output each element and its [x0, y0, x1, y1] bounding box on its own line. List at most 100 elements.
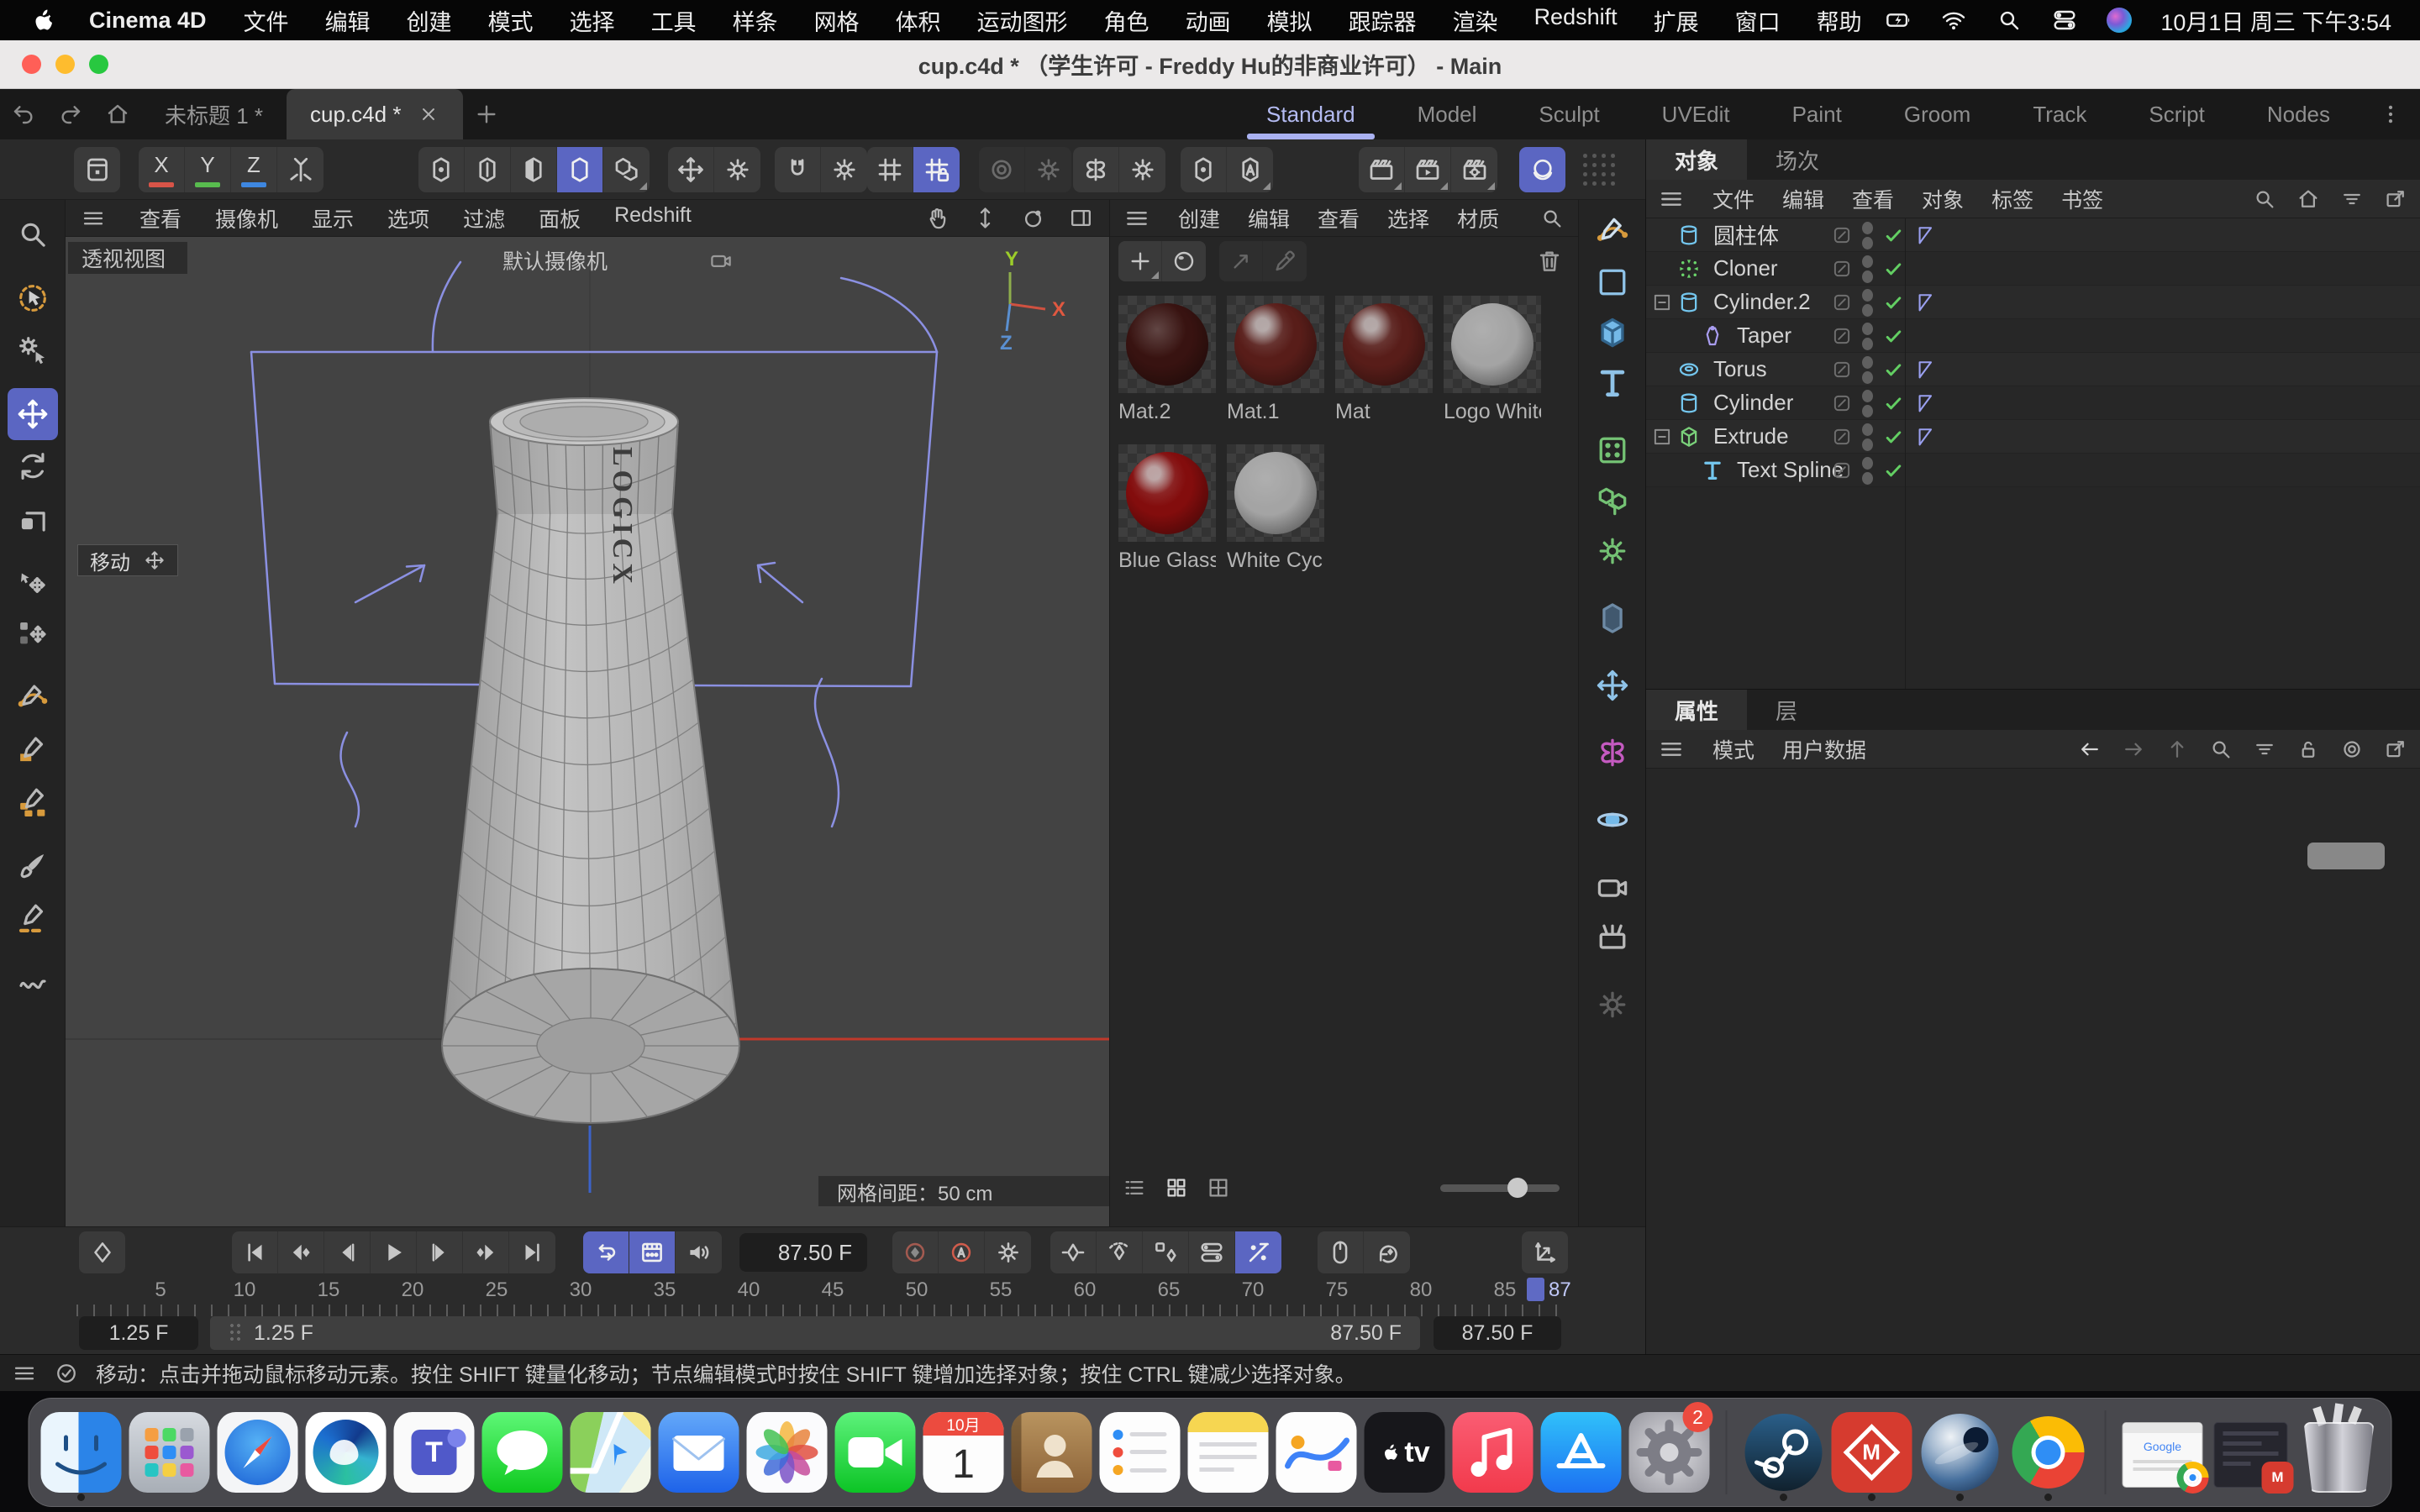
material-ball-button[interactable] [1162, 241, 1206, 281]
play-range-button[interactable] [629, 1231, 676, 1273]
expand-toggle-icon[interactable] [1651, 426, 1673, 448]
symmetry-generator-button[interactable] [1587, 727, 1638, 778]
enabled-check-icon[interactable] [1882, 258, 1905, 281]
material-item[interactable]: Mat.2 [1118, 296, 1216, 424]
viewport-menu-item[interactable]: 显示 [312, 203, 354, 234]
dock-photos-icon[interactable] [747, 1405, 828, 1499]
enabled-check-icon[interactable] [1882, 359, 1905, 381]
record-keyframe-button[interactable] [892, 1231, 939, 1273]
pick-material-button[interactable] [1263, 241, 1307, 281]
object-row[interactable]: Extrude [1646, 420, 2420, 454]
menubar-item[interactable]: 窗口 [1735, 4, 1781, 37]
camera-button[interactable] [1587, 862, 1638, 912]
phong-tag-icon[interactable] [1913, 358, 1937, 381]
dock-facetime-icon[interactable] [835, 1405, 916, 1499]
dock-launchpad-icon[interactable] [129, 1405, 210, 1499]
visibility-dots[interactable] [1862, 323, 1873, 350]
viewport-menu-item[interactable]: 摄像机 [215, 203, 278, 234]
object-menu-item[interactable]: 查看 [1852, 184, 1894, 214]
attribute-tab[interactable]: 属性 [1646, 690, 1747, 730]
delete-material-icon[interactable] [1529, 247, 1570, 276]
dock-trash-icon[interactable] [2299, 1405, 2380, 1499]
effector-button[interactable] [1587, 526, 1638, 576]
keyframe-settings-button[interactable] [985, 1231, 1031, 1273]
polygon-pen-button[interactable] [8, 776, 58, 828]
material-thumbnail[interactable] [1335, 296, 1433, 393]
lock-x-button[interactable]: X [139, 147, 185, 192]
material-hamburger-icon[interactable] [1123, 205, 1150, 232]
move-tool-button[interactable] [8, 388, 58, 440]
dock-messages-icon[interactable] [482, 1405, 563, 1499]
object-name[interactable]: Torus [1713, 356, 1767, 382]
siri-icon[interactable] [2107, 8, 2132, 33]
dock-steam-icon[interactable] [1744, 1405, 1824, 1499]
document-tab[interactable]: 未标题 1 * [141, 89, 287, 139]
spline-smooth-button[interactable] [8, 956, 58, 1008]
viewport-orbit-button[interactable] [1020, 205, 1046, 231]
snap-settings-button[interactable] [821, 147, 867, 192]
phong-tag-icon[interactable] [1913, 391, 1937, 415]
spline-pen-primitive-button[interactable] [1587, 207, 1638, 257]
object-search-icon[interactable] [2252, 186, 2277, 212]
object-hamburger-icon[interactable] [1658, 186, 1685, 213]
dock-music-icon[interactable] [1453, 1405, 1534, 1499]
viewport-menu-item[interactable]: Redshift [614, 203, 692, 234]
animate-mouse-button[interactable] [1318, 1231, 1364, 1273]
goto-end-button[interactable] [509, 1231, 555, 1273]
play-button[interactable] [371, 1231, 417, 1273]
object-row[interactable]: Text Spline [1646, 454, 2420, 487]
apple-menu-icon[interactable] [29, 6, 57, 34]
close-window-button[interactable] [22, 55, 41, 74]
quantize-button[interactable] [867, 147, 913, 192]
render-view-button[interactable] [1359, 147, 1405, 192]
animate-rotation-button[interactable] [1364, 1231, 1410, 1273]
menubar-item[interactable]: 体积 [896, 4, 941, 37]
object-popout-icon[interactable] [2383, 186, 2408, 212]
attr-lock-icon[interactable] [2296, 737, 2321, 762]
phong-tag-icon[interactable] [1913, 291, 1937, 314]
object-name[interactable]: Extrude [1713, 423, 1789, 449]
attribute-tab[interactable]: 层 [1747, 690, 1826, 730]
editor-toggle-icon[interactable] [1831, 392, 1853, 414]
snap-button[interactable] [775, 147, 821, 192]
stage-button[interactable] [1587, 912, 1638, 963]
object-filter-icon[interactable] [2339, 186, 2365, 212]
menu-bar-clock[interactable]: 10月1日 周三 下午3:54 [2160, 4, 2391, 37]
material-menu-item[interactable]: 编辑 [1248, 203, 1290, 234]
app-menu-title[interactable]: Cinema 4D [89, 8, 207, 34]
camera-label[interactable]: 默认摄像机 [502, 245, 608, 276]
polygons-mode-button[interactable] [511, 147, 557, 192]
home-icon[interactable] [94, 89, 141, 139]
menubar-item[interactable]: 文件 [244, 4, 289, 37]
key-position-button[interactable] [1050, 1231, 1097, 1273]
key-scale-button[interactable] [1143, 1231, 1189, 1273]
editor-toggle-icon[interactable] [1831, 359, 1853, 381]
material-grid-view-icon[interactable] [1164, 1175, 1189, 1200]
current-frame-field[interactable]: 87.50 F [739, 1233, 867, 1272]
knife-tool-button[interactable] [8, 892, 58, 944]
volume-button[interactable] [1587, 593, 1638, 643]
workplane-mode-button[interactable] [1227, 147, 1273, 192]
object-menu-item[interactable]: 书签 [2061, 184, 2103, 214]
dock-notes-icon[interactable] [1188, 1405, 1269, 1499]
loop-mode-button[interactable] [583, 1231, 629, 1273]
dock-chrome-window-icon[interactable]: Google [2123, 1405, 2203, 1499]
key-parameter-button[interactable] [1189, 1231, 1235, 1273]
projection-settings-button[interactable] [1025, 147, 1071, 192]
slider-knob[interactable] [1507, 1178, 1528, 1198]
object-row[interactable]: Cylinder [1646, 386, 2420, 420]
key-rotation-button[interactable] [1097, 1231, 1143, 1273]
material-menu-item[interactable]: 查看 [1318, 203, 1360, 234]
menubar-item[interactable]: 帮助 [1817, 4, 1862, 37]
visibility-dots[interactable] [1862, 423, 1873, 451]
camera-icon[interactable] [708, 248, 734, 273]
menubar-item[interactable]: 跟踪器 [1349, 4, 1417, 37]
layout-tab-track[interactable]: Track [2002, 89, 2118, 139]
object-menu-item[interactable]: 对象 [1922, 184, 1964, 214]
menubar-item[interactable]: 模式 [488, 4, 534, 37]
editor-toggle-icon[interactable] [1831, 325, 1853, 347]
undo-icon[interactable] [0, 89, 47, 139]
expand-toggle-icon[interactable] [1651, 291, 1673, 313]
dock-reminders-icon[interactable] [1100, 1405, 1181, 1499]
viewport-menu-item[interactable]: 面板 [539, 203, 581, 234]
